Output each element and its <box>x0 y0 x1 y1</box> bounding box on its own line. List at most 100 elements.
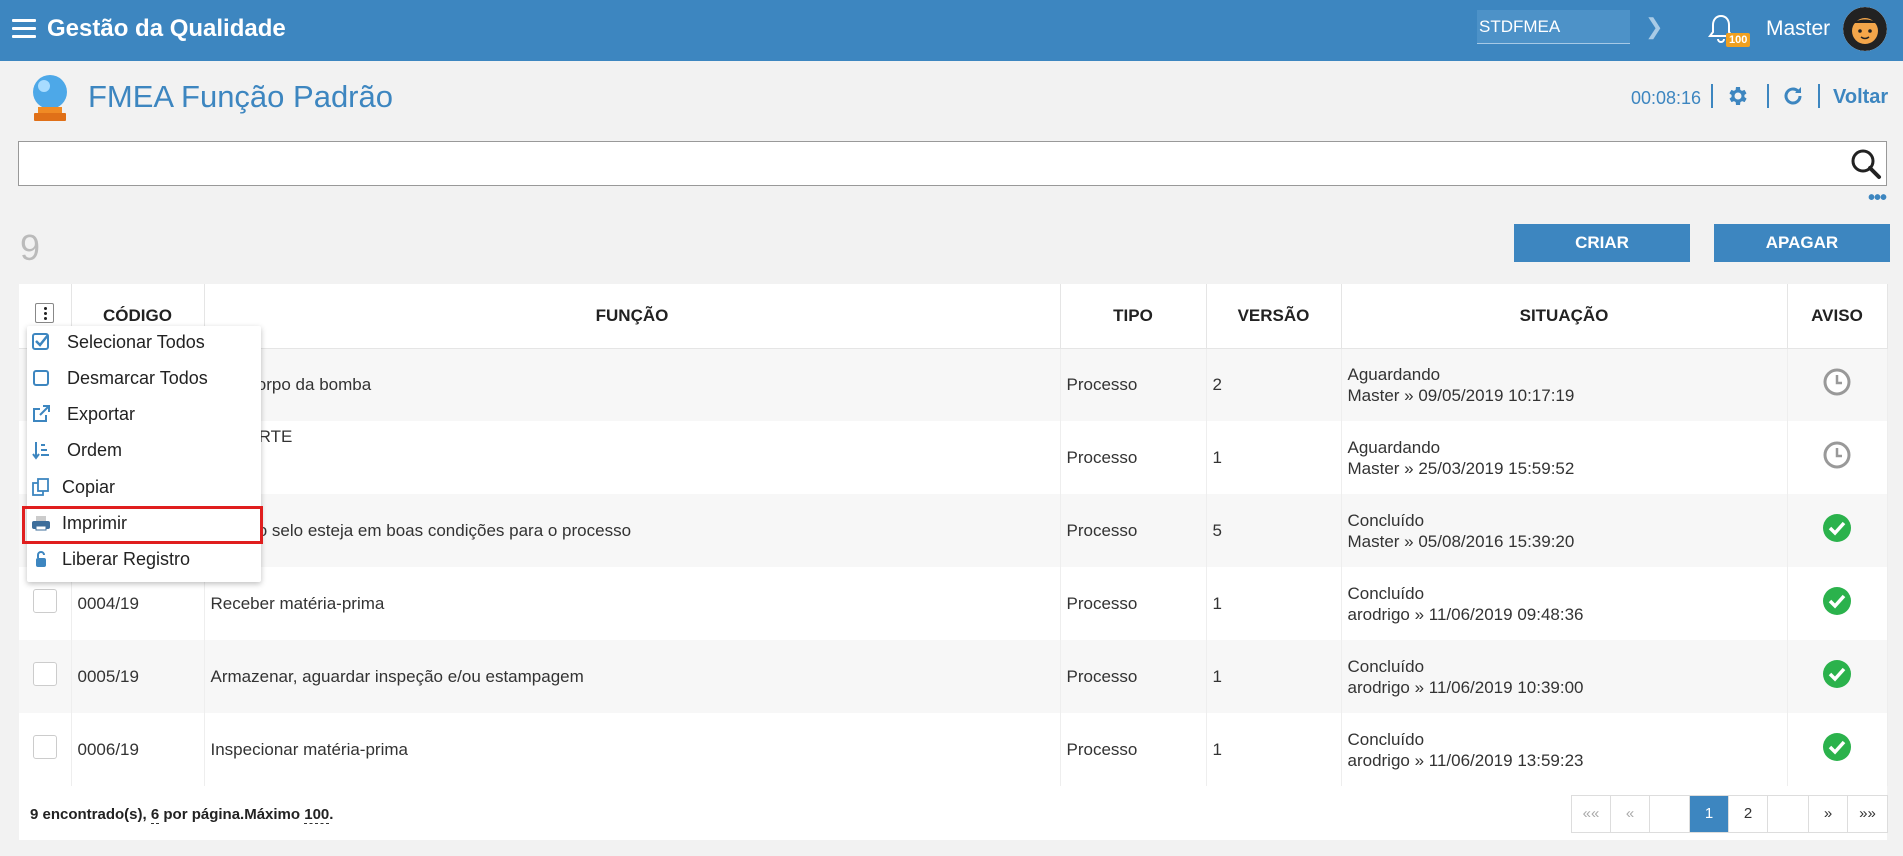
page-title: FMEA Função Padrão <box>88 79 393 114</box>
status-detail: Master » 05/08/2016 15:39:20 <box>1347 531 1575 551</box>
menu-item-copy[interactable]: Copiar <box>27 471 261 505</box>
records-table: CÓDIGO FUNÇÃO TIPO VERSÃO SITUAÇÃO AVISO… <box>19 284 1888 840</box>
cell-aviso <box>1787 421 1888 494</box>
cell-funcao: n do corpo da bomba <box>204 348 1061 421</box>
menu-item-label: Exportar <box>67 404 136 424</box>
results-summary: 9 encontrado(s), 6 por página.Máximo 100… <box>30 806 334 824</box>
user-name[interactable]: Master <box>1766 17 1830 41</box>
pager-last[interactable]: »» <box>1848 796 1887 832</box>
cell-funcao: ir que o selo esteja em boas condições p… <box>204 494 1061 567</box>
more-options-icon[interactable]: ••• <box>1868 188 1887 208</box>
column-header-situacao[interactable]: SITUAÇÃO <box>1341 284 1788 349</box>
menu-item-select-all[interactable]: Selecionar Todos <box>27 326 261 360</box>
funcao-line: edor <box>211 468 1060 489</box>
cell-versao: 1 <box>1206 421 1342 494</box>
status-text: Concluído <box>1347 729 1425 749</box>
checkbox-empty-icon <box>33 370 49 386</box>
menu-item-export[interactable]: Exportar <box>27 398 261 432</box>
row-checkbox[interactable] <box>32 662 57 686</box>
hamburger-menu-icon[interactable] <box>12 19 36 39</box>
cell-tipo: Processo <box>1060 640 1207 713</box>
summary-end: . <box>329 806 334 823</box>
per-page-text: por página.Máximo <box>163 806 301 823</box>
table-row[interactable]: 0005/19 Armazenar, aguardar inspeção e/o… <box>19 640 1888 713</box>
pagination: «« « 1 2 » »» <box>1571 795 1888 833</box>
pager-page-2[interactable]: 2 <box>1729 796 1768 832</box>
cell-versao: 2 <box>1206 348 1342 421</box>
top-bar: Gestão da Qualidade STDFMEA ❯ 100 Master <box>0 0 1903 61</box>
cell-versao: 1 <box>1206 640 1342 713</box>
max-value[interactable]: 100 <box>304 806 330 824</box>
table-row[interactable]: n do corpo da bomba Processo 2 Aguardand… <box>19 348 1888 421</box>
funcao-line: SUPORTE <box>211 426 1060 447</box>
separator <box>1767 84 1769 108</box>
status-text: Concluído <box>1347 583 1425 603</box>
column-header-versao[interactable]: VERSÃO <box>1206 284 1342 349</box>
highlight-box <box>22 506 263 544</box>
table-row[interactable]: 0004/19 Receber matéria-prima Processo 1… <box>19 567 1888 640</box>
cell-situacao: Aguardando Master » 09/05/2019 10:17:19 <box>1341 348 1788 421</box>
cell-tipo: Processo <box>1060 348 1207 421</box>
cell-funcao: SUPORTE SIQ edor <box>204 421 1061 494</box>
cell-situacao: Concluído arodrigo » 11/06/2019 13:59:23 <box>1341 713 1788 786</box>
menu-item-label: Copiar <box>62 477 116 497</box>
pager-next[interactable]: » <box>1809 796 1848 832</box>
refresh-icon[interactable] <box>1781 84 1805 108</box>
cell-versao: 1 <box>1206 567 1342 640</box>
status-text: Concluído <box>1347 656 1425 676</box>
column-header-tipo[interactable]: TIPO <box>1060 284 1207 349</box>
cell-aviso <box>1787 348 1888 421</box>
record-count: 9 <box>20 227 41 268</box>
pager-prev[interactable]: « <box>1611 796 1650 832</box>
gear-icon[interactable] <box>1725 84 1749 108</box>
pager-page-1[interactable]: 1 <box>1690 796 1729 832</box>
search-input[interactable] <box>18 141 1887 186</box>
create-button[interactable]: CRIAR <box>1514 224 1690 262</box>
cell-aviso <box>1787 640 1888 713</box>
pager-spacer <box>1650 796 1690 832</box>
table-row[interactable]: 0006/19 Inspecionar matéria-prima Proces… <box>19 713 1888 786</box>
separator <box>1818 84 1820 108</box>
status-detail: Master » 25/03/2019 15:59:52 <box>1347 458 1575 478</box>
cell-tipo: Processo <box>1060 713 1207 786</box>
check-icon <box>1823 587 1851 615</box>
column-header-aviso[interactable]: AVISO <box>1787 284 1888 349</box>
search-icon[interactable] <box>1850 148 1882 180</box>
kebab-menu-icon[interactable] <box>35 303 55 324</box>
menu-item-deselect-all[interactable]: Desmarcar Todos <box>27 362 261 396</box>
pager-first[interactable]: «« <box>1572 796 1611 832</box>
unlock-icon <box>36 551 46 567</box>
status-detail: arodrigo » 11/06/2019 10:39:00 <box>1347 677 1584 697</box>
cell-tipo: Processo <box>1060 421 1207 494</box>
table-row[interactable]: ir que o selo esteja em boas condições p… <box>19 494 1888 567</box>
avatar[interactable] <box>1843 7 1887 51</box>
separator <box>1711 84 1713 108</box>
status-text: Aguardando <box>1347 437 1441 457</box>
table-row[interactable]: SUPORTE SIQ edor Processo 1 AguardandoMa… <box>19 421 1888 494</box>
cell-situacao: Aguardando Master » 25/03/2019 15:59:52 <box>1341 421 1788 494</box>
per-page-value[interactable]: 6 <box>150 806 160 824</box>
status-text: Aguardando <box>1347 364 1441 384</box>
back-link[interactable]: Voltar <box>1833 86 1888 109</box>
cell-tipo: Processo <box>1060 494 1207 567</box>
cell-codigo: 0006/19 <box>71 713 205 786</box>
cell-funcao: Armazenar, aguardar inspeção e/ou estamp… <box>204 640 1061 713</box>
cell-funcao: Inspecionar matéria-prima <box>204 713 1061 786</box>
cell-situacao: Concluído arodrigo » 11/06/2019 10:39:00 <box>1341 640 1788 713</box>
copy-icon <box>32 478 49 496</box>
found-text: 9 encontrado(s), <box>30 806 147 823</box>
menu-item-release-record[interactable]: Liberar Registro <box>27 543 261 577</box>
check-icon <box>1823 660 1851 688</box>
status-detail: arodrigo » 11/06/2019 13:59:23 <box>1347 750 1584 770</box>
sort-icon <box>32 442 49 460</box>
row-checkbox[interactable] <box>32 589 57 613</box>
delete-button[interactable]: APAGAR <box>1714 224 1890 262</box>
row-checkbox[interactable] <box>32 735 57 759</box>
column-header-funcao[interactable]: FUNÇÃO <box>204 284 1061 349</box>
chevron-right-icon[interactable]: ❯ <box>1645 14 1663 40</box>
cell-aviso <box>1787 713 1888 786</box>
cell-tipo: Processo <box>1060 567 1207 640</box>
environment-input[interactable]: STDFMEA <box>1477 10 1630 44</box>
menu-item-order[interactable]: Ordem <box>27 434 261 468</box>
cell-situacao: Concluído Master » 05/08/2016 15:39:20 <box>1341 494 1788 567</box>
